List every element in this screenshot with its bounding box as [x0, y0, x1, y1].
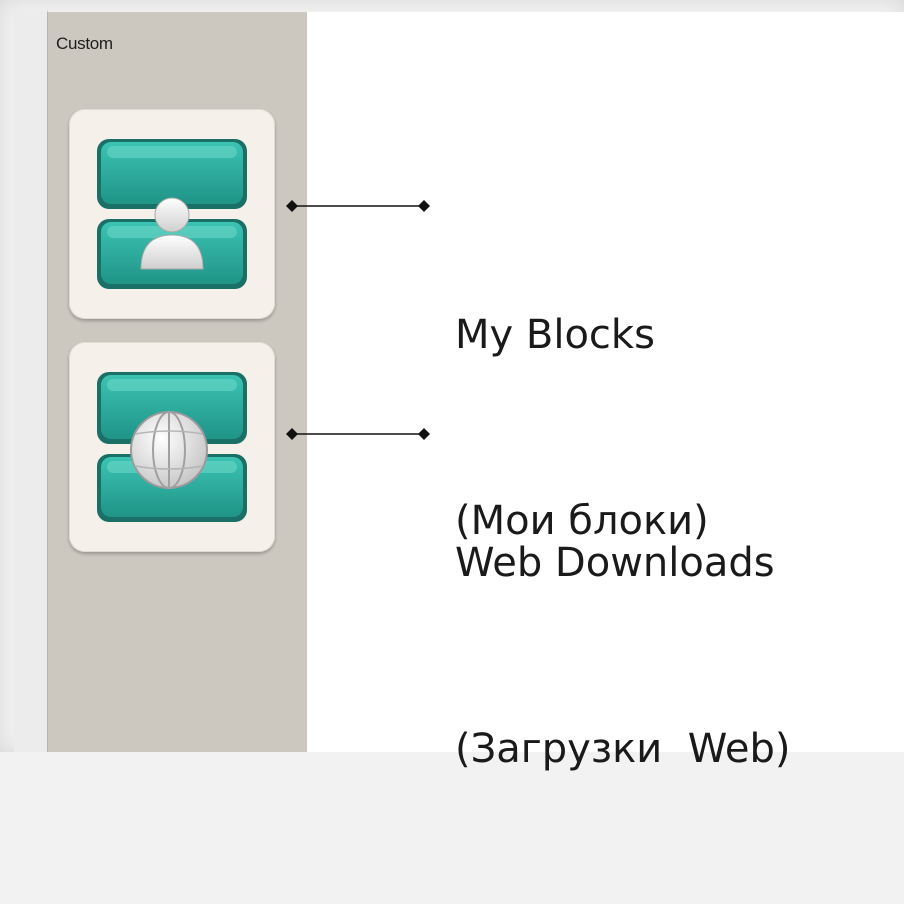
palette-sidebar: Custom: [47, 12, 308, 752]
palette-title: Custom: [56, 34, 113, 53]
screen: Custom My Blocks (Мои блоки) Web Downloa…: [0, 0, 904, 772]
web-downloads-icon: [97, 372, 247, 522]
callout-label-my-blocks-en: My Blocks: [455, 312, 655, 358]
callout-connector-my-blocks: [286, 200, 430, 212]
my-blocks-button[interactable]: [69, 109, 275, 319]
callout-label-web-downloads-ru: (Загрузки Web): [455, 726, 791, 772]
callout-label-web-downloads-en: Web Downloads: [455, 540, 775, 586]
callout-connector-web-downloads: [286, 428, 430, 440]
panel-edge: [14, 10, 48, 752]
callout-label-web-downloads: Web Downloads (Загрузки Web): [455, 408, 791, 904]
web-downloads-button[interactable]: [69, 342, 275, 552]
my-blocks-icon: [97, 139, 247, 289]
